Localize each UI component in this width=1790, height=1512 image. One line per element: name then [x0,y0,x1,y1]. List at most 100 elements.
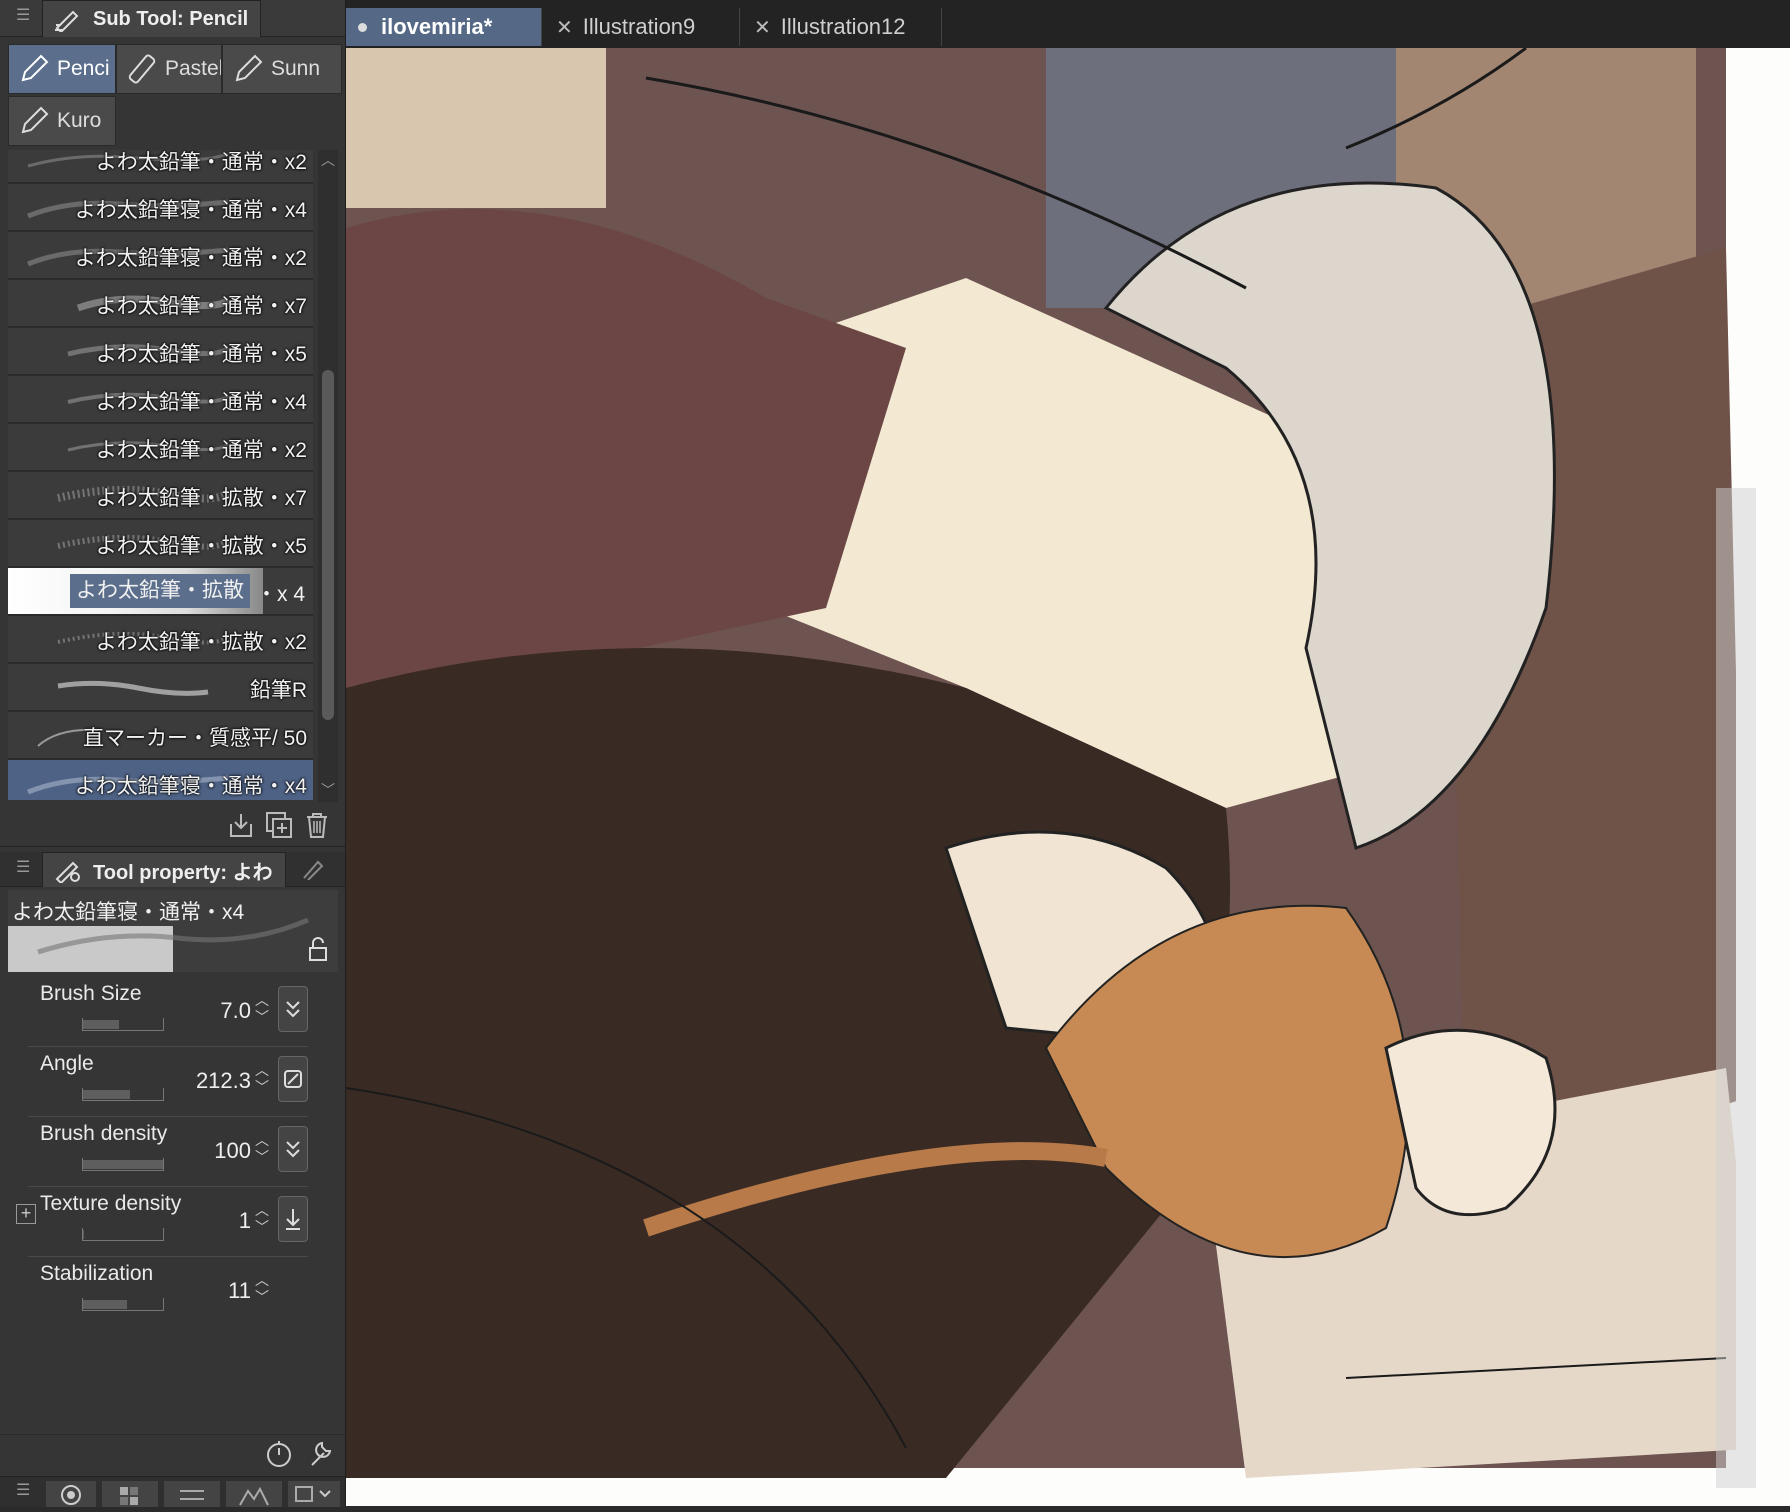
property-stabilization[interactable]: Stabilization 11 ︿ ﹀ [0,1254,345,1322]
chevron-down-icon[interactable]: ﹀ [320,782,336,798]
list-item[interactable]: よわ太鉛筆・拡散・x7 [8,472,313,520]
tool-property-title: Tool property: よわ [93,861,273,884]
color-slider-icon [180,1490,204,1500]
spin-arrows-icon[interactable]: ︿ ﹀ [254,1202,270,1238]
angle-icon [284,1070,302,1088]
document-tab-label: Illustration12 [780,14,906,39]
drawing-canvas[interactable] [346,48,1790,1506]
document-tab-bar: ilovemiria* ✕ Illustration9 ✕ Illustrati… [346,0,1790,49]
list-item[interactable]: よわ太鉛筆・拡散 ・x 4 [8,568,313,616]
property-value[interactable]: 1 [239,1208,251,1234]
brush-label: よわ太鉛筆・通常・x7 [95,295,307,318]
brush-label: よわ太鉛筆・通常・x4 [95,391,307,414]
panel-menu-icon[interactable]: ☰ [16,8,30,24]
property-label: Brush density [40,1122,168,1145]
property-value[interactable]: 11 [228,1278,251,1304]
property-value[interactable]: 100 [214,1138,251,1164]
brush-label: よわ太鉛筆・拡散 [70,574,250,608]
document-tab-label: ilovemiria* [381,14,493,39]
property-texture-density[interactable]: + Texture density 1 ︿ ﹀ [0,1184,345,1252]
subtool-pencil-icon [55,10,79,32]
scrollbar-thumb[interactable] [322,370,334,720]
brush-label: よわ太鉛筆寝・通常・x2 [74,247,307,270]
list-item[interactable]: よわ太鉛筆・拡散・x5 [8,520,313,568]
property-angle[interactable]: Angle 212.3 ︿ ﹀ [0,1044,345,1112]
unlock-icon[interactable] [306,936,330,962]
tab-document-illustration9[interactable]: ✕ Illustration9 [544,8,740,46]
subtool-panel-tab[interactable]: Sub Tool: Pencil [42,0,262,37]
list-item[interactable]: 鉛筆R [8,664,313,712]
list-item[interactable]: よわ太鉛筆・通常・x2 [8,424,313,472]
timer-reset-icon[interactable] [264,1439,294,1469]
tab-kuro[interactable]: Kuro [8,96,116,146]
property-value[interactable]: 7.0 [220,998,251,1024]
list-item[interactable]: よわ太鉛筆寝・通常・x4 [8,184,313,232]
texture-download-button[interactable] [278,1196,308,1242]
subtool-actions-bar [0,802,345,847]
property-label: Texture density [40,1192,182,1215]
texture-density-slider[interactable] [82,1228,164,1241]
panel-menu-icon[interactable]: ☰ [16,1483,30,1499]
intermediate-color-tab[interactable] [226,1481,282,1507]
angle-slider[interactable] [82,1088,164,1101]
list-item[interactable]: よわ太鉛筆寝・通常・x2 [8,232,313,280]
list-item[interactable]: よわ太鉛筆・通常・x5 [8,328,313,376]
tab-sunn[interactable]: Sunn [222,44,342,94]
list-item-selected[interactable]: よわ太鉛筆寝・通常・x4 [8,760,313,800]
spin-arrows-icon[interactable]: ︿ ﹀ [254,1272,270,1308]
brush-label: よわ太鉛筆・通常・x5 [95,343,307,366]
tool-property-tab[interactable]: Tool property: よわ [42,852,286,887]
import-icon[interactable] [226,810,256,840]
spin-arrows-icon[interactable]: ︿ ﹀ [254,1132,270,1168]
list-item[interactable]: 直マーカー・質感平/ 50 [8,712,313,760]
pressure-check-icon [286,1001,300,1018]
brush-density-slider[interactable] [82,1158,164,1171]
slider-fill [83,1230,84,1239]
property-value[interactable]: 212.3 [196,1068,251,1094]
brush-label: よわ太鉛筆・通常・x2 [95,151,307,174]
list-item[interactable]: よわ太鉛筆・通常・x7 [8,280,313,328]
brush-label: よわ太鉛筆・拡散・x7 [95,487,307,510]
list-item[interactable]: よわ太鉛筆・拡散・x2 [8,616,313,664]
tab-pencil[interactable]: Penci [8,44,116,94]
brush-shape-icon[interactable] [300,858,326,880]
more-tabs[interactable] [288,1481,340,1507]
angle-toggle-button[interactable] [278,1056,308,1102]
property-label: Brush Size [40,982,142,1005]
color-set-tab[interactable] [102,1481,158,1507]
pressure-toggle-button[interactable] [278,1126,308,1172]
brush-label: 直マーカー・質感平/ 50 [82,727,307,750]
tool-property-icon [55,861,80,883]
bottom-panel-tabs: ☰ [0,1476,345,1507]
tab-document-illustration12[interactable]: ✕ Illustration12 [742,8,942,46]
preset-preview[interactable]: よわ太鉛筆寝・通常・x4 [8,890,338,972]
spin-arrows-icon[interactable]: ︿ ﹀ [254,992,270,1028]
duplicate-icon[interactable] [264,810,294,840]
tab-document-ilovemiria[interactable]: ilovemiria* [346,8,542,46]
list-item[interactable]: よわ太鉛筆・通常・x2 [8,150,313,184]
brush-size-slider[interactable] [82,1018,164,1031]
stabilization-slider[interactable] [82,1298,164,1311]
close-icon[interactable]: ✕ [556,15,573,40]
property-brush-density[interactable]: Brush density 100 ︿ ﹀ [0,1114,345,1182]
chevron-up-icon[interactable]: ︿ [320,152,336,168]
wrench-icon[interactable] [304,1439,334,1469]
expand-plus-icon[interactable]: + [16,1204,36,1224]
panel-menu-icon[interactable]: ☰ [16,860,30,876]
trash-icon[interactable] [302,810,332,840]
spin-arrows-icon[interactable]: ︿ ﹀ [254,1062,270,1098]
color-wheel-tab[interactable] [46,1481,96,1507]
pressure-toggle-button[interactable] [278,986,308,1032]
brush-label: よわ太鉛筆寝・通常・x4 [74,199,307,222]
tab-label: Kuro [57,109,102,132]
brush-label-suffix: ・x 4 [255,583,305,606]
close-icon[interactable]: ✕ [754,15,771,40]
pencil-icon [21,106,49,134]
list-item[interactable]: よわ太鉛筆・通常・x4 [8,376,313,424]
color-slider-tab[interactable] [164,1481,220,1507]
tab-label: Pastel [165,57,222,80]
brush-list-scrollbar[interactable]: ︿ ﹀ [318,150,338,802]
property-label: Stabilization [40,1262,154,1285]
property-brush-size[interactable]: Brush Size 7.0 ︿ ﹀ [0,974,345,1042]
tab-pastel[interactable]: Pastel [116,44,222,94]
